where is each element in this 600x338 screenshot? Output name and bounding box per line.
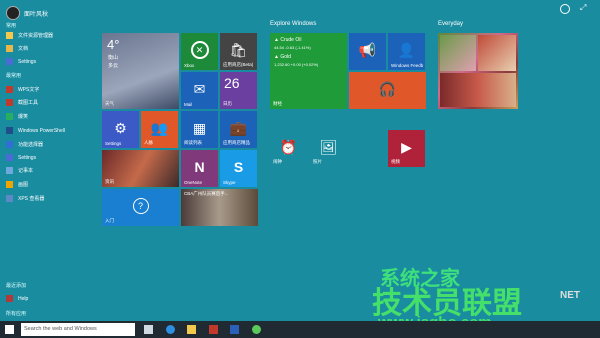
app-wps[interactable]: WPS文字 [6, 84, 39, 95]
gear-icon: ⚙ [114, 119, 127, 136]
tile-store[interactable]: 🛍 应用商店(Beta) [220, 33, 257, 70]
photo-icon: 🖼 [319, 138, 338, 155]
question-icon: ? [132, 197, 149, 214]
tile-megaphone[interactable]: 📢 [349, 33, 386, 70]
folder-icon[interactable] [187, 325, 196, 334]
tile-settings[interactable]: ⚙ Settings [102, 111, 139, 148]
tile-food[interactable] [438, 33, 518, 109]
feedback-icon: 👤 [397, 41, 416, 58]
tile-weather[interactable]: 4° 衡山 多云 天气 [102, 33, 179, 109]
app-xps[interactable]: XPS 查看器 [6, 193, 44, 204]
food-image [478, 35, 516, 71]
mail-icon: ✉ [193, 80, 206, 97]
onenote-icon: N [194, 158, 205, 175]
skype-icon: S [233, 158, 244, 175]
power-icon[interactable] [560, 4, 570, 14]
xbox-icon: ✕ [190, 40, 209, 59]
tile-store-featured[interactable]: 💼 应用商店精品 [220, 111, 257, 148]
tile-news[interactable]: 资讯 [102, 150, 179, 187]
calendar-day: 26 [224, 75, 240, 91]
app-icon[interactable] [252, 325, 261, 334]
folder-icon [6, 32, 13, 39]
people-icon: 👥 [150, 119, 169, 136]
weather-temp: 4° [107, 37, 120, 52]
app-icon [6, 113, 13, 120]
tile-calendar[interactable]: 26 日历 [220, 72, 257, 109]
tile-photos[interactable]: 🖼 照片 [310, 130, 347, 167]
tile-feedback[interactable]: 👤 Windows Feedb [388, 33, 425, 70]
app-file-explorer[interactable]: 文件资源管理器 [6, 30, 53, 41]
food-image [440, 73, 516, 107]
map-icon: ▦ [192, 119, 207, 136]
app-ps[interactable]: Windows PowerShell [6, 125, 65, 136]
paint-icon [6, 181, 13, 188]
weather-cond: 多云 [108, 63, 119, 69]
tile-alarm[interactable]: ⏰ 闹钟 [270, 130, 307, 167]
video-icon: ▶ [401, 138, 412, 155]
gear-icon [6, 58, 13, 65]
app-snipping[interactable]: 截图工具 [6, 97, 38, 108]
expand-icon[interactable]: ⤢ [580, 4, 588, 12]
feature-icon [6, 141, 13, 148]
tile-onenote[interactable]: N OneNote [181, 150, 218, 187]
app-settings[interactable]: Settings [6, 56, 36, 67]
app-documents[interactable]: 文档 [6, 43, 28, 54]
store-icon: 🛍 [229, 41, 248, 58]
user-name: 面叶风秋 [24, 11, 49, 18]
section-most-used: 最常用 [6, 73, 22, 79]
start-menu-left: 面叶风秋 常用 文件资源管理器 文档 Settings 最常用 WPS文字 截图… [0, 0, 95, 321]
app-funny[interactable]: 爆笑 [6, 111, 28, 122]
tile-mail[interactable]: ✉ Mail [181, 72, 218, 109]
edge-icon[interactable] [166, 325, 175, 334]
start-icon[interactable] [5, 325, 14, 334]
app-paint[interactable]: 画图 [6, 179, 28, 190]
weather-city: 衡山 [108, 55, 119, 61]
word-icon[interactable] [230, 325, 239, 334]
app-feature[interactable]: 功能选择器 [6, 139, 43, 150]
app-notepad[interactable]: 记事本 [6, 165, 33, 176]
document-icon [6, 45, 13, 52]
tile-music[interactable]: 🎧 [349, 72, 426, 109]
wps-icon [6, 86, 13, 93]
app-help[interactable]: Help [6, 293, 28, 304]
search-input[interactable]: Search the web and Windows [21, 323, 135, 336]
briefcase-icon: 💼 [229, 119, 248, 136]
gear-icon [6, 154, 13, 161]
scissors-icon [6, 99, 13, 106]
group-everyday-title: Everyday [438, 21, 464, 27]
tile-money[interactable]: ▲ Crude Oil 44.54 -0.63 (-1.41%) ▲ Gold … [270, 33, 347, 109]
tile-help[interactable]: ? 入门 [102, 189, 179, 226]
tile-label: 天气 [105, 101, 114, 106]
group-explore-title: Explore Windows [270, 21, 317, 27]
watermark-net: NET [560, 290, 580, 301]
avatar [6, 6, 20, 20]
notepad-icon [6, 167, 13, 174]
tile-people[interactable]: 👥 人脉 [141, 111, 178, 148]
store-icon[interactable] [209, 325, 218, 334]
taskbar: Search the web and Windows [0, 321, 600, 338]
tile-reading[interactable]: ▦ 阅读列表 [181, 111, 218, 148]
app-settings-2[interactable]: Settings [6, 152, 36, 163]
section-recent: 最近添加 [6, 283, 27, 289]
all-apps-link[interactable]: 所有应用 [6, 310, 26, 317]
megaphone-icon: 📢 [358, 41, 377, 58]
alarm-icon: ⏰ [279, 138, 298, 155]
xps-icon [6, 195, 13, 202]
help-icon [6, 295, 13, 302]
tile-skype[interactable]: S Skype [220, 150, 257, 187]
tile-photo-news[interactable]: CBA广州队员赛后手... [181, 189, 258, 226]
tile-xbox[interactable]: ✕ Xbox [181, 33, 218, 70]
user-account[interactable]: 面叶风秋 [6, 6, 48, 20]
task-view-icon[interactable] [144, 325, 153, 334]
food-image [440, 35, 476, 71]
tile-video[interactable]: ▶ 视频 [388, 130, 425, 167]
section-common: 常用 [6, 23, 17, 29]
headphones-icon: 🎧 [378, 80, 397, 97]
powershell-icon [6, 127, 13, 134]
